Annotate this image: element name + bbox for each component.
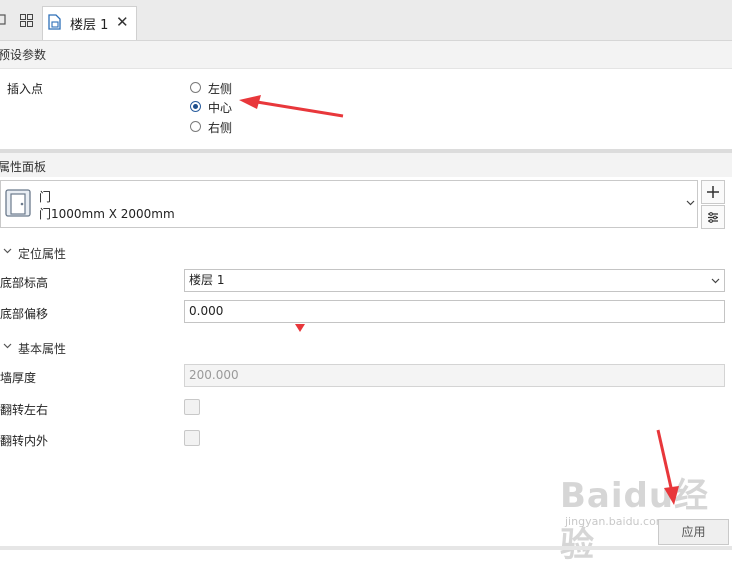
grid-icon[interactable] — [20, 14, 33, 27]
preset-section-header: 预设参数 — [0, 41, 732, 69]
base-level-chevron-icon[interactable] — [711, 277, 720, 285]
radio-left[interactable] — [190, 82, 201, 93]
base-offset-input[interactable]: 0.000 — [184, 300, 725, 323]
component-settings-button[interactable] — [701, 205, 725, 229]
properties-header-label: 属性面板 — [0, 160, 47, 174]
base-level-value: 楼层 1 — [189, 273, 225, 287]
basic-collapse-icon[interactable] — [3, 342, 12, 350]
flip-io-label: 翻转内外 — [0, 434, 49, 448]
basic-group-title: 基本属性 — [18, 342, 67, 356]
component-spec: 门1000mm X 2000mm — [39, 207, 175, 221]
apply-button[interactable]: 应用 — [658, 519, 729, 545]
base-level-label: 底部标高 — [0, 276, 49, 290]
annotation-arrow-center — [239, 95, 344, 118]
insertion-point-label: 插入点 — [7, 82, 44, 96]
tab-label: 楼层 1 — [70, 18, 109, 33]
base-offset-value: 0.000 — [189, 304, 224, 318]
chevron-down-icon[interactable] — [686, 199, 695, 207]
base-offset-label: 底部偏移 — [0, 307, 49, 321]
watermark-url: jingyan.baidu.com — [565, 515, 667, 528]
properties-section-header: 属性面板 — [0, 149, 732, 177]
component-name: 门 — [39, 190, 52, 204]
positioning-collapse-icon[interactable] — [3, 247, 12, 255]
annotation-marker — [295, 324, 305, 332]
radio-center-label: 中心 — [208, 101, 233, 115]
radio-right-label: 右侧 — [208, 121, 233, 135]
flip-lr-checkbox[interactable] — [184, 399, 200, 415]
door-icon — [5, 189, 31, 217]
document-icon — [48, 14, 61, 30]
positioning-group-title: 定位属性 — [18, 247, 67, 261]
footer-divider — [0, 546, 732, 550]
plus-icon — [707, 186, 719, 198]
annotation-arrow-apply — [656, 429, 679, 505]
base-level-select[interactable]: 楼层 1 — [184, 269, 725, 292]
flip-lr-label: 翻转左右 — [0, 403, 49, 417]
radio-right[interactable] — [190, 121, 201, 132]
wall-thickness-value: 200.000 — [189, 368, 239, 382]
radio-left-label: 左侧 — [208, 82, 233, 96]
add-component-button[interactable] — [701, 180, 725, 204]
close-icon[interactable]: ✕ — [116, 13, 129, 31]
wall-thickness-input: 200.000 — [184, 364, 725, 387]
list-settings-icon — [708, 212, 718, 223]
radio-center[interactable] — [190, 101, 201, 112]
preset-header-label: 预设参数 — [0, 48, 47, 62]
flip-io-checkbox[interactable] — [184, 430, 200, 446]
wall-thickness-label: 墙厚度 — [0, 371, 37, 385]
partial-tab-icon[interactable] — [0, 14, 8, 26]
